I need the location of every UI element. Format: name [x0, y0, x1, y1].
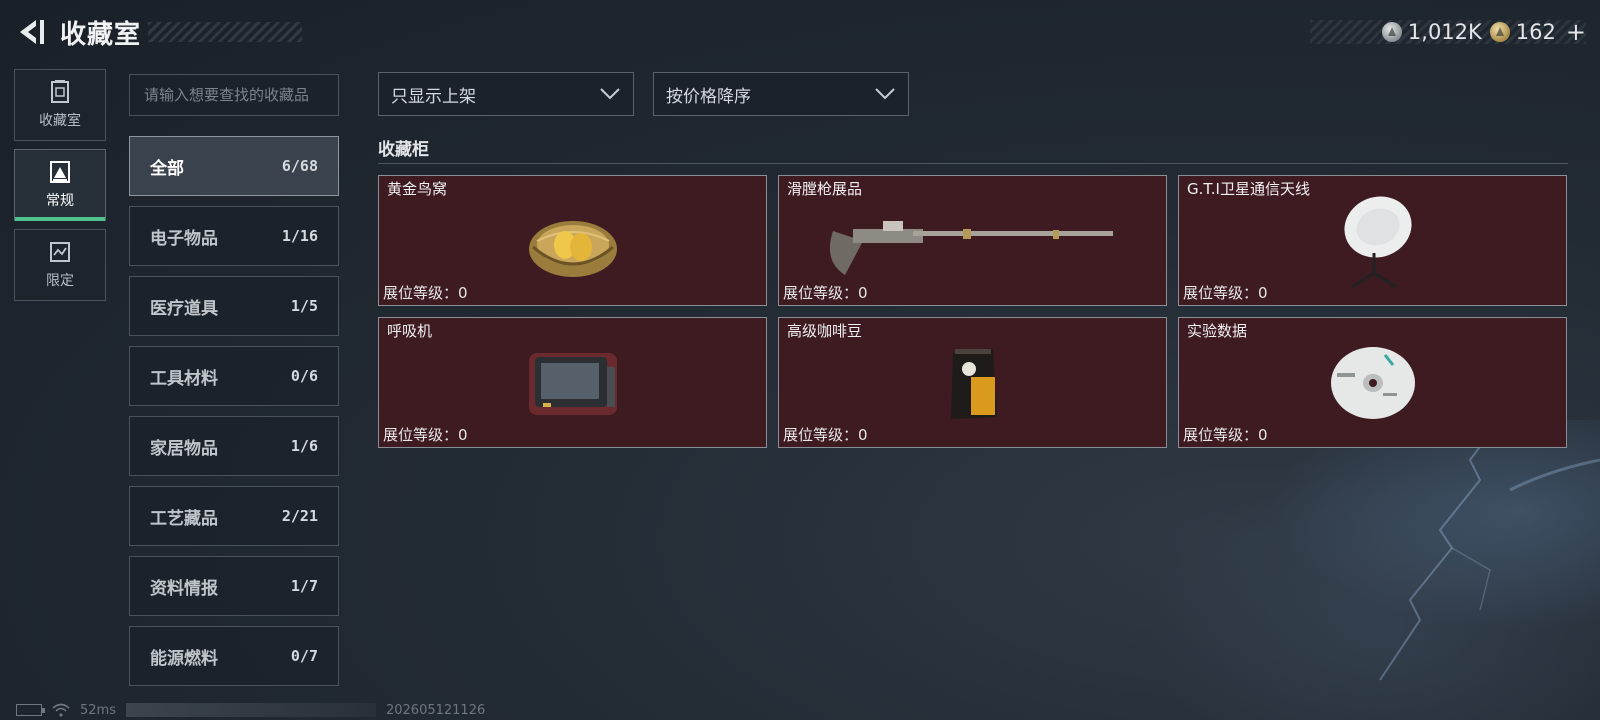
nav-label: 常规: [46, 193, 74, 209]
category-crafts[interactable]: 工艺藏品 2/21: [129, 486, 339, 546]
nav-collection-room[interactable]: 收藏室: [14, 69, 106, 141]
ventilator-icon: [528, 352, 617, 415]
cabinet-item-satellite-dish[interactable]: G.T.I卫星通信天线 展位等级：0: [1178, 175, 1567, 306]
cabinet-grid: 黄金鸟窝 展位等级：0 滑膛枪展品 展位等级：0 G.T.I卫星通信天线 展位等…: [378, 175, 1568, 448]
category-label: 全部: [150, 158, 184, 179]
item-level: 展位等级：0: [383, 284, 468, 302]
cabinet-item-ventilator[interactable]: 呼吸机 展位等级：0: [378, 317, 767, 448]
category-intel[interactable]: 资料情报 1/7: [129, 556, 339, 616]
category-household[interactable]: 家居物品 1/6: [129, 416, 339, 476]
category-label: 工艺藏品: [150, 508, 218, 529]
category-all[interactable]: 全部 6/68: [129, 136, 339, 196]
category-label: 能源燃料: [150, 648, 218, 669]
sort-value: 按价格降序: [666, 86, 751, 107]
category-count: 6/68: [281, 157, 318, 175]
golden-nest-icon: [528, 220, 617, 277]
nav-label: 限定: [46, 273, 74, 289]
cabinet-item-golden-nest[interactable]: 黄金鸟窝 展位等级：0: [378, 175, 767, 306]
category-count: 1/7: [290, 577, 318, 595]
wifi-icon: [52, 703, 70, 717]
category-electronics[interactable]: 电子物品 1/16: [129, 206, 339, 266]
nav-regular[interactable]: 常规: [14, 149, 106, 221]
item-level: 展位等级：0: [1183, 426, 1268, 444]
item-level: 展位等级：0: [783, 284, 868, 302]
item-name: 实验数据: [1187, 322, 1248, 340]
category-label: 资料情报: [150, 578, 218, 599]
ping-value: 52ms: [80, 702, 116, 718]
back-arrow-icon[interactable]: [14, 16, 46, 48]
currency-bar: 1,012K 162 +: [1310, 18, 1586, 46]
item-name: 黄金鸟窝: [387, 180, 448, 198]
category-label: 工具材料: [150, 368, 218, 389]
category-count: 1/16: [281, 227, 318, 245]
category-tools[interactable]: 工具材料 0/6: [129, 346, 339, 406]
item-name: 呼吸机: [387, 322, 433, 340]
category-list: 全部 6/68 电子物品 1/16 医疗道具 1/5 工具材料 0/6 家居物品…: [129, 136, 339, 696]
chevron-down-icon: [875, 88, 895, 100]
satellite-dish-icon: [1343, 196, 1412, 288]
section-divider: [378, 163, 1568, 164]
title-stripes-decoration: [148, 22, 302, 42]
cabinet-item-experiment-data[interactable]: 实验数据 展位等级：0: [1178, 317, 1567, 448]
left-nav: 收藏室 常规 限定: [14, 69, 106, 309]
gold-coin-icon: [1489, 22, 1510, 42]
item-level: 展位等级：0: [783, 426, 868, 444]
nav-limited[interactable]: 限定: [14, 229, 106, 301]
category-count: 1/6: [290, 437, 318, 455]
cabinet-item-coffee-beans[interactable]: 高级咖啡豆 展位等级：0: [778, 317, 1167, 448]
top-header: 收藏室 1,012K 162 +: [0, 0, 1600, 64]
category-label: 医疗道具: [150, 298, 218, 319]
item-level: 展位等级：0: [383, 426, 468, 444]
category-fuel[interactable]: 能源燃料 0/7: [129, 626, 339, 686]
item-name: 高级咖啡豆: [787, 322, 863, 340]
item-name: G.T.I卫星通信天线: [1187, 180, 1310, 198]
category-count: 0/7: [290, 647, 318, 665]
category-count: 2/21: [281, 507, 318, 525]
regular-icon: [50, 161, 70, 183]
silver-currency: 1,012K: [1381, 20, 1482, 44]
nav-label: 收藏室: [39, 113, 81, 129]
cabinet-title: 收藏柜: [378, 140, 429, 160]
chevron-down-icon: [600, 88, 620, 100]
battery-icon: [16, 704, 45, 716]
silver-coin-icon: [1381, 22, 1402, 42]
lightning-decoration: [1379, 420, 1600, 681]
data-disc-icon: [1330, 346, 1415, 419]
status-bar: 52ms 202605121126: [16, 700, 485, 720]
collection-room-icon: [51, 80, 69, 103]
gold-amount: 162: [1515, 20, 1556, 44]
gold-currency: 162 +: [1489, 18, 1586, 46]
category-label: 家居物品: [150, 438, 218, 459]
category-count: 0/6: [290, 367, 318, 385]
blurred-info: [125, 703, 376, 717]
musket-icon: [829, 220, 1113, 275]
category-medical[interactable]: 医疗道具 1/5: [129, 276, 339, 336]
sort-dropdown[interactable]: 按价格降序: [653, 72, 909, 116]
build-number: 202605121126: [385, 702, 486, 718]
category-count: 1/5: [290, 297, 318, 315]
limited-icon: [50, 242, 70, 262]
search-box: [129, 74, 339, 116]
display-filter-dropdown[interactable]: 只显示上架: [378, 72, 634, 116]
item-name: 滑膛枪展品: [787, 180, 863, 198]
background-storm: [1080, 420, 1600, 720]
coffee-bag-icon: [950, 348, 997, 419]
cabinet-item-musket[interactable]: 滑膛枪展品 展位等级：0: [778, 175, 1167, 306]
category-label: 电子物品: [150, 228, 218, 249]
search-input[interactable]: [144, 86, 324, 104]
page-title: 收藏室: [60, 20, 142, 50]
silver-amount: 1,012K: [1407, 20, 1482, 44]
item-level: 展位等级：0: [1183, 284, 1268, 302]
display-filter-value: 只显示上架: [391, 86, 476, 107]
add-currency-button[interactable]: +: [1566, 18, 1586, 46]
